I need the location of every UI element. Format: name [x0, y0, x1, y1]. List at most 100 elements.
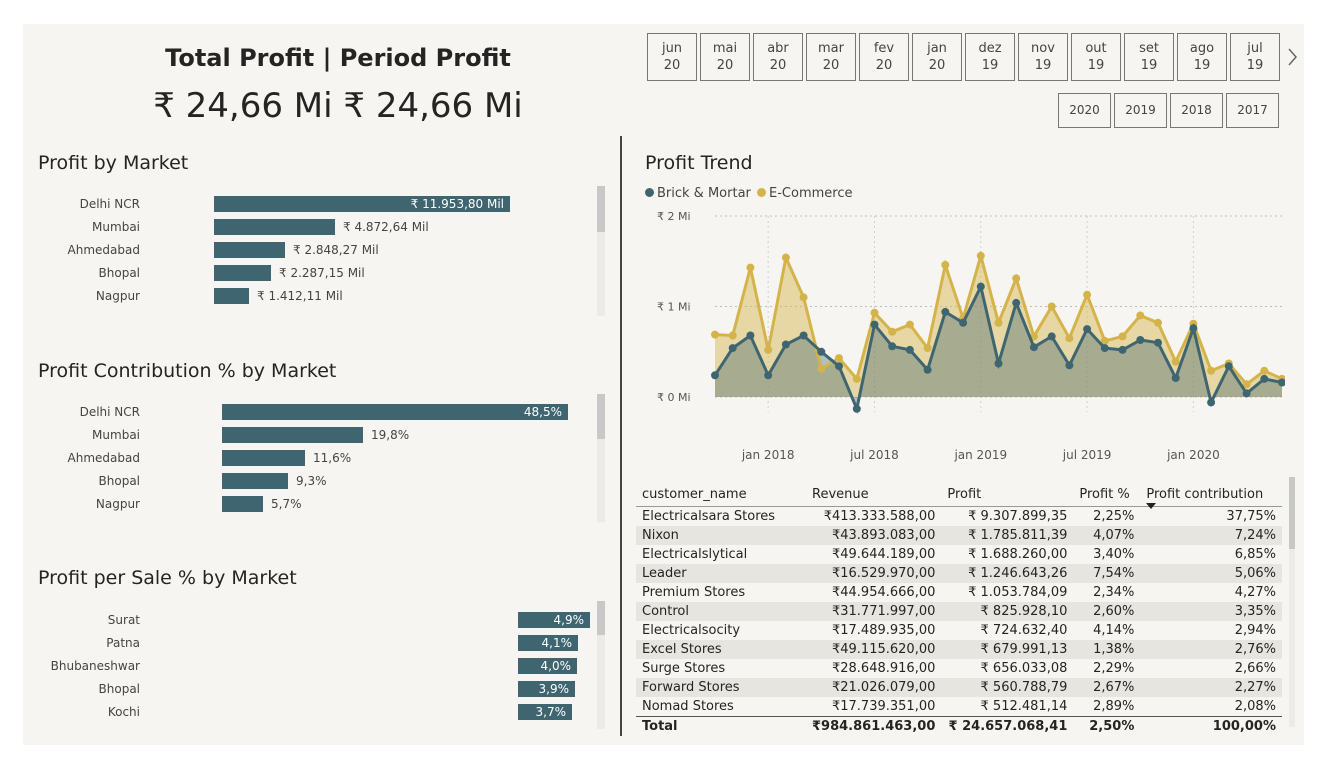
data-point[interactable]	[799, 293, 808, 302]
data-point[interactable]	[1260, 366, 1269, 375]
year-tile-2018[interactable]: 2018	[1170, 93, 1223, 128]
data-point[interactable]	[764, 371, 773, 380]
scrollbar-thumb[interactable]	[1289, 477, 1295, 549]
data-point[interactable]	[835, 362, 843, 371]
bar-nagpur[interactable]	[222, 496, 263, 512]
data-point[interactable]	[1047, 332, 1056, 341]
data-point[interactable]	[870, 308, 879, 317]
scrollbar-thumb[interactable]	[597, 601, 605, 635]
data-point[interactable]	[976, 251, 985, 260]
month-tile-abr-20[interactable]: abr 20	[753, 33, 803, 81]
data-point[interactable]	[728, 344, 737, 353]
data-point[interactable]	[1136, 336, 1145, 344]
month-tile-mai-20[interactable]: mai 20	[700, 33, 750, 81]
table-row[interactable]: Electricalsocity ₹17.489.935,00 ₹ 724.632,…	[636, 621, 1282, 640]
year-tile-2020[interactable]: 2020	[1058, 93, 1111, 128]
table-row[interactable]: Forward Stores ₹21.026.079,00 ₹ 560.788,79…	[636, 678, 1282, 697]
column-header-profit[interactable]: Profit	[941, 474, 1074, 507]
column-header-customer[interactable]: customer_name	[636, 474, 806, 507]
data-point[interactable]	[711, 330, 719, 339]
table-row[interactable]: Nixon ₹43.893.083,00 ₹ 1.785.811,39 4,07% 7,…	[636, 526, 1282, 545]
data-point[interactable]	[781, 253, 790, 262]
legend-item-ecommerce[interactable]: E-Commerce	[755, 186, 853, 201]
month-tile-jun-20[interactable]: jun 20	[647, 33, 697, 81]
data-point[interactable]	[959, 318, 968, 327]
data-point[interactable]	[746, 331, 755, 340]
data-point[interactable]	[799, 331, 808, 340]
data-point[interactable]	[1154, 338, 1162, 347]
data-point[interactable]	[1012, 298, 1021, 307]
data-point[interactable]	[1242, 389, 1251, 398]
data-point[interactable]	[905, 345, 914, 354]
data-point[interactable]	[994, 318, 1003, 327]
scrollbar-thumb[interactable]	[597, 186, 605, 232]
month-tile-mar-20[interactable]: mar 20	[806, 33, 856, 81]
data-point[interactable]	[1189, 324, 1198, 333]
table-row[interactable]: Premium Stores ₹44.954.666,00 ₹ 1.053.784,…	[636, 583, 1282, 602]
table-row[interactable]: Nomad Stores ₹17.739.351,00 ₹ 512.481,14 2,…	[636, 697, 1282, 717]
data-point[interactable]	[1207, 398, 1216, 407]
bar-ahmedabad[interactable]	[214, 242, 285, 258]
data-point[interactable]	[835, 354, 843, 363]
data-point[interactable]	[941, 260, 950, 269]
month-tile-out-19[interactable]: out 19	[1071, 33, 1121, 81]
month-tile-jan-20[interactable]: jan 20	[912, 33, 962, 81]
table-row[interactable]: Excel Stores ₹49.115.620,00 ₹ 679.991,13 1,…	[636, 640, 1282, 659]
data-point[interactable]	[1100, 344, 1109, 353]
data-point[interactable]	[994, 359, 1003, 368]
data-point[interactable]	[976, 282, 985, 291]
data-point[interactable]	[888, 327, 897, 336]
column-header-revenue[interactable]: Revenue	[806, 474, 942, 507]
data-point[interactable]	[1029, 343, 1038, 352]
scrollbar-thumb[interactable]	[597, 394, 605, 439]
year-tile-2019[interactable]: 2019	[1114, 93, 1167, 128]
month-tile-set-19[interactable]: set 19	[1124, 33, 1174, 81]
data-point[interactable]	[1012, 274, 1021, 283]
data-point[interactable]	[764, 345, 773, 354]
data-point[interactable]	[711, 371, 719, 380]
month-tile-ago-19[interactable]: ago 19	[1177, 33, 1227, 81]
data-point[interactable]	[1118, 332, 1127, 341]
data-point[interactable]	[1065, 361, 1074, 370]
month-tile-dez-19[interactable]: dez 19	[965, 33, 1015, 81]
data-point[interactable]	[852, 374, 861, 383]
data-point[interactable]	[1083, 325, 1092, 334]
month-tile-fev-20[interactable]: fev 20	[859, 33, 909, 81]
bar-bhopal[interactable]	[222, 473, 288, 489]
data-point[interactable]	[1065, 334, 1074, 343]
month-tile-nov-19[interactable]: nov 19	[1018, 33, 1068, 81]
data-point[interactable]	[1083, 290, 1092, 299]
data-point[interactable]	[817, 347, 826, 356]
data-point[interactable]	[781, 340, 790, 349]
month-tile-jul-19[interactable]: jul 19	[1230, 33, 1280, 81]
data-point[interactable]	[923, 344, 932, 353]
data-point[interactable]	[941, 307, 950, 316]
data-point[interactable]	[905, 320, 914, 329]
data-point[interactable]	[1224, 362, 1233, 371]
data-point[interactable]	[1171, 357, 1180, 366]
legend-item-brick-mortar[interactable]: Brick & Mortar	[645, 186, 751, 201]
data-point[interactable]	[888, 342, 897, 351]
data-point[interactable]	[1171, 374, 1180, 382]
chevron-right-icon[interactable]	[1286, 46, 1300, 68]
data-point[interactable]	[1260, 374, 1269, 383]
data-point[interactable]	[923, 365, 932, 374]
bar-mumbai[interactable]	[222, 427, 363, 443]
data-point[interactable]	[817, 364, 826, 373]
data-point[interactable]	[1047, 302, 1056, 311]
data-point[interactable]	[728, 331, 737, 340]
column-header-profit-contribution[interactable]: Profit contribution	[1140, 474, 1282, 509]
data-point[interactable]	[1154, 318, 1162, 327]
table-row[interactable]: Surge Stores ₹28.648.916,00 ₹ 656.033,08 2,…	[636, 659, 1282, 678]
table-row[interactable]: Leader ₹16.529.970,00 ₹ 1.246.643,26 7,54% 5…	[636, 564, 1282, 583]
bar-ahmedabad[interactable]	[222, 450, 305, 466]
column-header-profit-pct[interactable]: Profit %	[1073, 474, 1141, 507]
data-point[interactable]	[852, 404, 861, 413]
data-point[interactable]	[1136, 311, 1145, 320]
year-tile-2017[interactable]: 2017	[1226, 93, 1279, 128]
table-row[interactable]: Electricalslytical ₹49.644.189,00 ₹ 1.688.…	[636, 545, 1282, 564]
data-point[interactable]	[1118, 345, 1127, 354]
data-point[interactable]	[746, 263, 755, 272]
table-row[interactable]: Electricalsara Stores ₹413.333.588,00 ₹ 9.…	[636, 506, 1282, 526]
bar-nagpur[interactable]	[214, 288, 249, 304]
